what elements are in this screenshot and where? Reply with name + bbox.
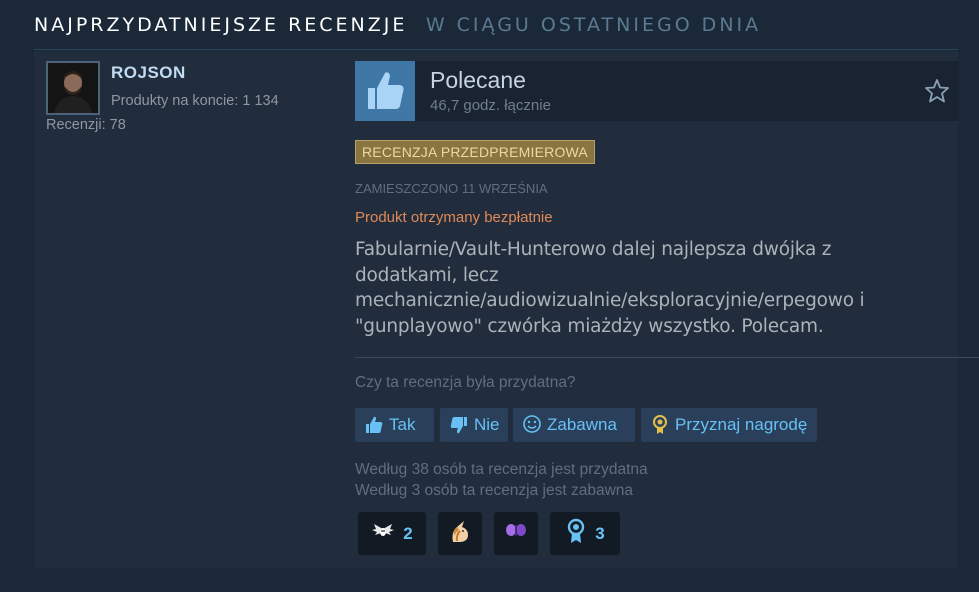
- award-medal-icon: [649, 414, 671, 436]
- give-award-label: Przyznaj nagrodę: [675, 415, 808, 434]
- helpful-count: Według 38 osób ta recenzja jest przydatn…: [355, 461, 648, 478]
- vote-no-button[interactable]: Nie: [440, 408, 508, 442]
- thumbs-down-icon: [448, 414, 470, 436]
- award-chip[interactable]: [494, 512, 538, 555]
- give-award-button[interactable]: Przyznaj nagrodę: [641, 408, 817, 442]
- vote-yes-label: Tak: [389, 415, 416, 434]
- section-subtitle[interactable]: W CIĄGU OSTATNIEGO DNIA: [426, 14, 761, 36]
- vote-yes-button[interactable]: Tak: [355, 408, 434, 442]
- winged-award-icon: [371, 521, 395, 546]
- recommendation-title[interactable]: Polecane: [430, 67, 526, 94]
- thumbs-up-icon: [355, 61, 415, 121]
- smiley-icon: [521, 414, 543, 436]
- thumbs-up-icon: [363, 414, 385, 436]
- section-header: NAJPRZYDATNIEJSZE RECENZJE W CIĄGU OSTAT…: [34, 14, 958, 50]
- free-product-notice: Produkt otrzymany bezpłatnie: [355, 209, 553, 226]
- star-icon[interactable]: [924, 78, 950, 104]
- butterfly-award-icon: [504, 521, 528, 546]
- review-text: Fabularnie/Vault-Hunterowo dalej najleps…: [355, 239, 865, 337]
- divider: [355, 357, 979, 358]
- playtime: 46,7 godz. łącznie: [430, 97, 551, 114]
- award-count: 3: [595, 523, 605, 543]
- vote-no-label: Nie: [474, 415, 500, 434]
- recommendation-box: Polecane 46,7 godz. łącznie: [355, 61, 958, 121]
- helpful-question: Czy ta recenzja była przydatna?: [355, 374, 576, 391]
- author-reviews[interactable]: Recenzji: 78: [46, 117, 126, 133]
- unicorn-award-icon: [447, 518, 473, 549]
- award-count: 2: [403, 523, 413, 543]
- award-chip[interactable]: [438, 512, 482, 555]
- ribbon-medal-icon: [565, 518, 587, 549]
- section-title: NAJPRZYDATNIEJSZE RECENZJE: [34, 14, 408, 36]
- award-chip[interactable]: 3: [550, 512, 620, 555]
- funny-count: Według 3 osób ta recenzja jest zabawna: [355, 482, 634, 499]
- posted-date: ZAMIESZCZONO 11 WRZEŚNIA: [355, 181, 548, 196]
- early-access-badge: RECENZJA PRZEDPREMIEROWA: [355, 140, 595, 164]
- review-card: ROJSON Produkty na koncie: 1 134 Recenzj…: [34, 51, 979, 568]
- vote-funny-label: Zabawna: [547, 415, 617, 434]
- vote-funny-button[interactable]: Zabawna: [513, 408, 635, 442]
- author-name[interactable]: ROJSON: [111, 63, 186, 83]
- award-chip[interactable]: 2: [358, 512, 426, 555]
- avatar[interactable]: [46, 61, 100, 115]
- author-products[interactable]: Produkty na koncie: 1 134: [111, 93, 279, 109]
